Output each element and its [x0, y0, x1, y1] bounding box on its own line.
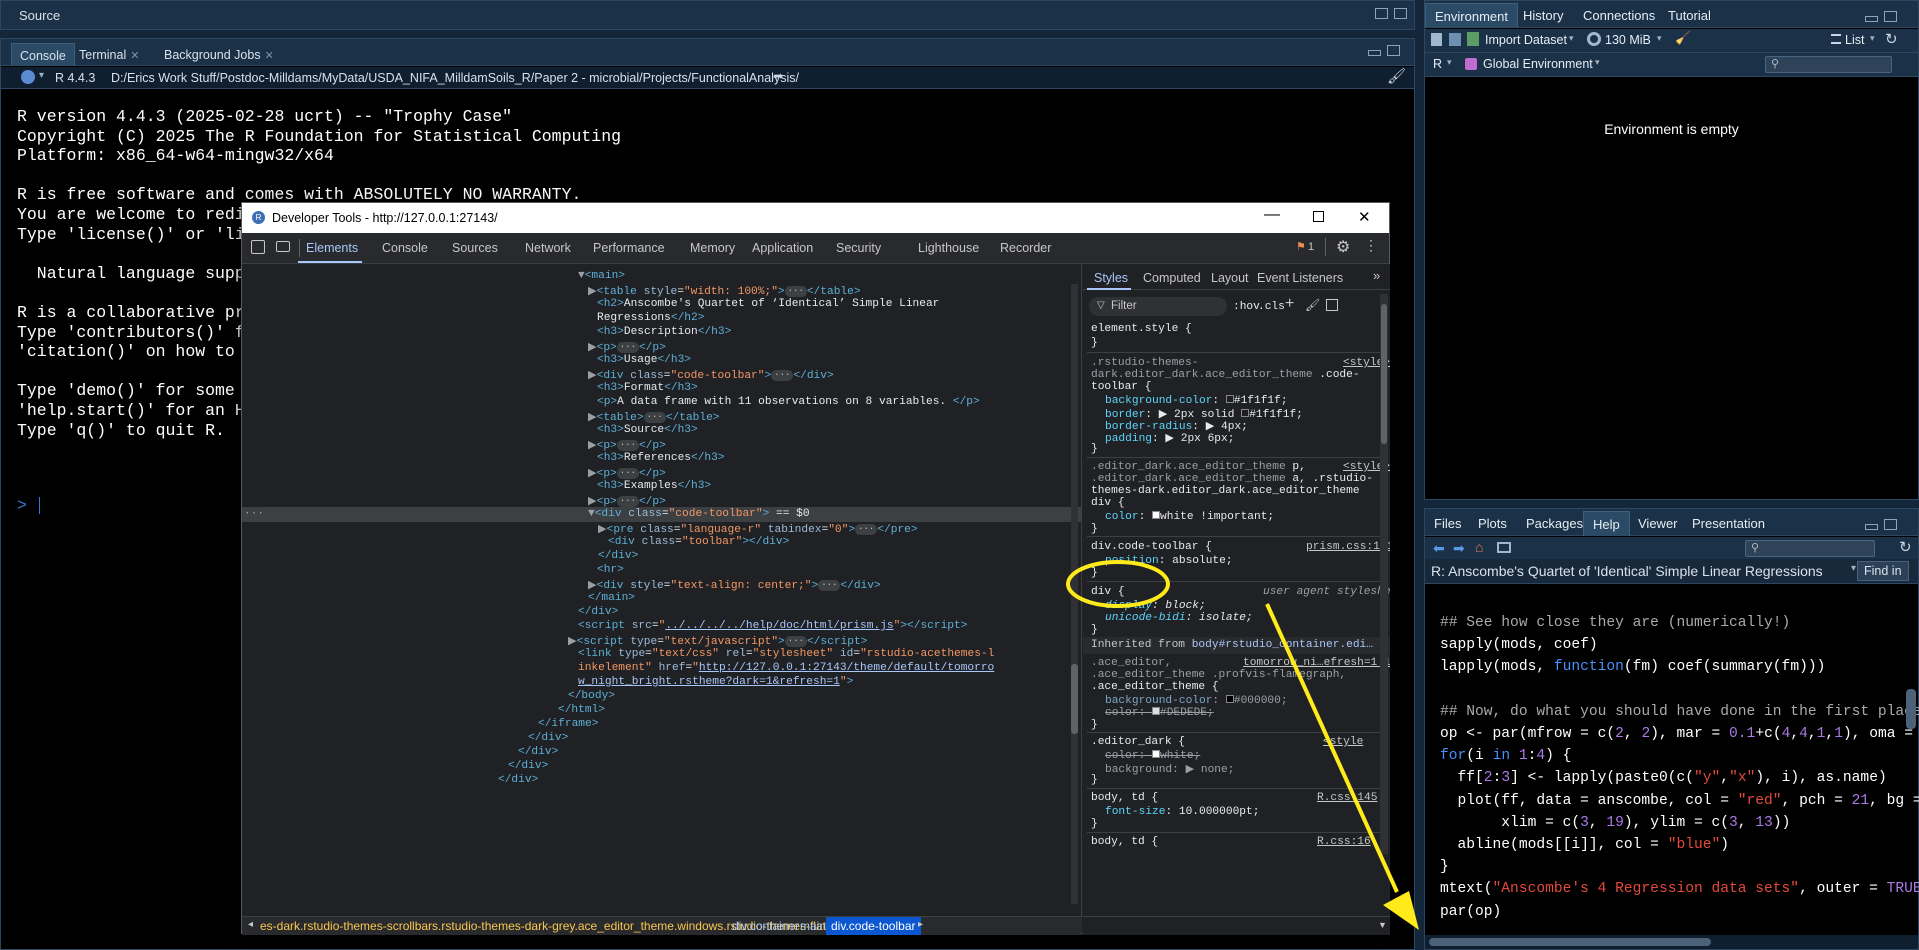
annotation-arrow-head	[1383, 891, 1419, 930]
annotation-arrow-line	[1265, 603, 1399, 893]
annotation-overlay	[1066, 560, 1419, 930]
highlight-ellipse	[1066, 560, 1170, 608]
